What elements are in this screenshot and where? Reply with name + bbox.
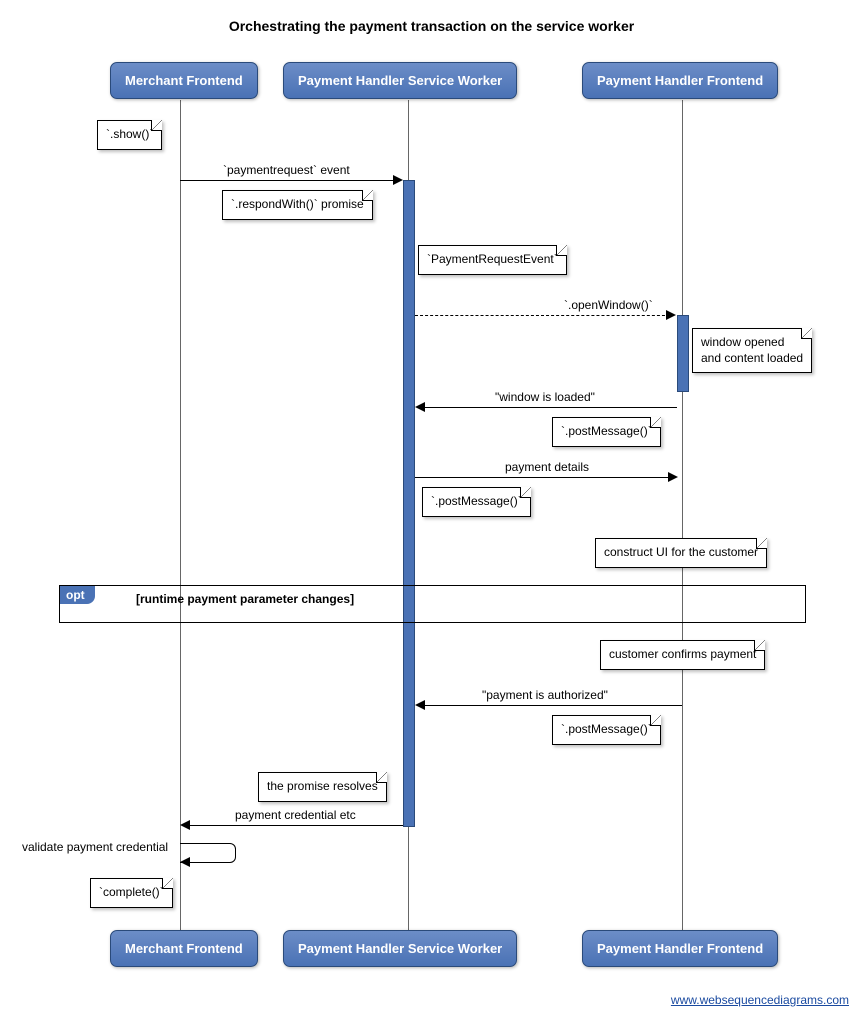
arrow-head-paymentcredential-icon — [180, 820, 190, 830]
note-constructui: construct UI for the customer — [595, 538, 767, 568]
arrow-head-openwindow-icon — [666, 310, 676, 320]
msg-paymentauthorized: "payment is authorized" — [482, 688, 608, 702]
arrow-openwindow — [415, 315, 670, 317]
participant-frontend-top: Payment Handler Frontend — [582, 62, 778, 99]
participant-merchant-bottom: Merchant Frontend — [110, 930, 258, 967]
arrow-paymentcredential — [190, 825, 403, 826]
footer-link[interactable]: www.websequencediagrams.com — [671, 993, 849, 1007]
participant-sw-top: Payment Handler Service Worker — [283, 62, 517, 99]
note-pre: `PaymentRequestEvent` — [418, 245, 567, 275]
lifeline-merchant — [180, 100, 181, 930]
note-respondwith: `.respondWith()` promise — [222, 190, 373, 220]
participant-merchant-top: Merchant Frontend — [110, 62, 258, 99]
msg-paymentcredential: payment credential etc — [235, 808, 356, 822]
diagram-title: Orchestrating the payment transaction on… — [0, 0, 863, 34]
note-postmsg3: `.postMessage()` — [552, 715, 661, 745]
participant-sw-bottom: Payment Handler Service Worker — [283, 930, 517, 967]
note-windowopened: window opened and content loaded — [692, 328, 812, 373]
note-promiseresolves: the promise resolves — [258, 772, 387, 802]
activation-frontend — [677, 315, 689, 392]
participant-frontend-bottom: Payment Handler Frontend — [582, 930, 778, 967]
note-postmsg1: `.postMessage()` — [552, 417, 661, 447]
arrow-head-paymentauthorized-icon — [415, 700, 425, 710]
opt-text: [runtime payment parameter changes] — [136, 592, 354, 606]
arrow-head-validate-icon — [180, 857, 190, 867]
msg-paymentdetails: payment details — [505, 460, 589, 474]
lifeline-frontend — [682, 100, 683, 930]
note-windowopened-line1: window opened — [701, 335, 784, 349]
msg-validate: validate payment credential — [22, 840, 168, 854]
opt-label: opt — [60, 586, 95, 604]
note-show: `.show()` — [97, 120, 162, 150]
arrow-head-windowloaded-icon — [415, 402, 425, 412]
arrow-windowloaded — [425, 407, 677, 408]
activation-sw — [403, 180, 415, 827]
note-windowopened-line2: and content loaded — [701, 351, 803, 365]
arrow-head-paymentrequest-icon — [393, 175, 403, 185]
note-customerconfirms: customer confirms payment — [600, 640, 765, 670]
note-postmsg2: `.postMessage()` — [422, 487, 531, 517]
arrow-paymentauthorized — [425, 705, 682, 706]
sequence-diagram: Orchestrating the payment transaction on… — [0, 0, 863, 1019]
msg-paymentrequest: `paymentrequest` event — [223, 163, 350, 177]
arrow-paymentdetails — [415, 477, 672, 478]
arrow-head-paymentdetails-icon — [668, 472, 678, 482]
msg-windowloaded: "window is loaded" — [495, 390, 595, 404]
note-complete: `complete()` — [90, 878, 173, 908]
msg-openwindow: `.openWindow()` — [564, 298, 653, 312]
arrow-paymentrequest — [180, 180, 398, 181]
